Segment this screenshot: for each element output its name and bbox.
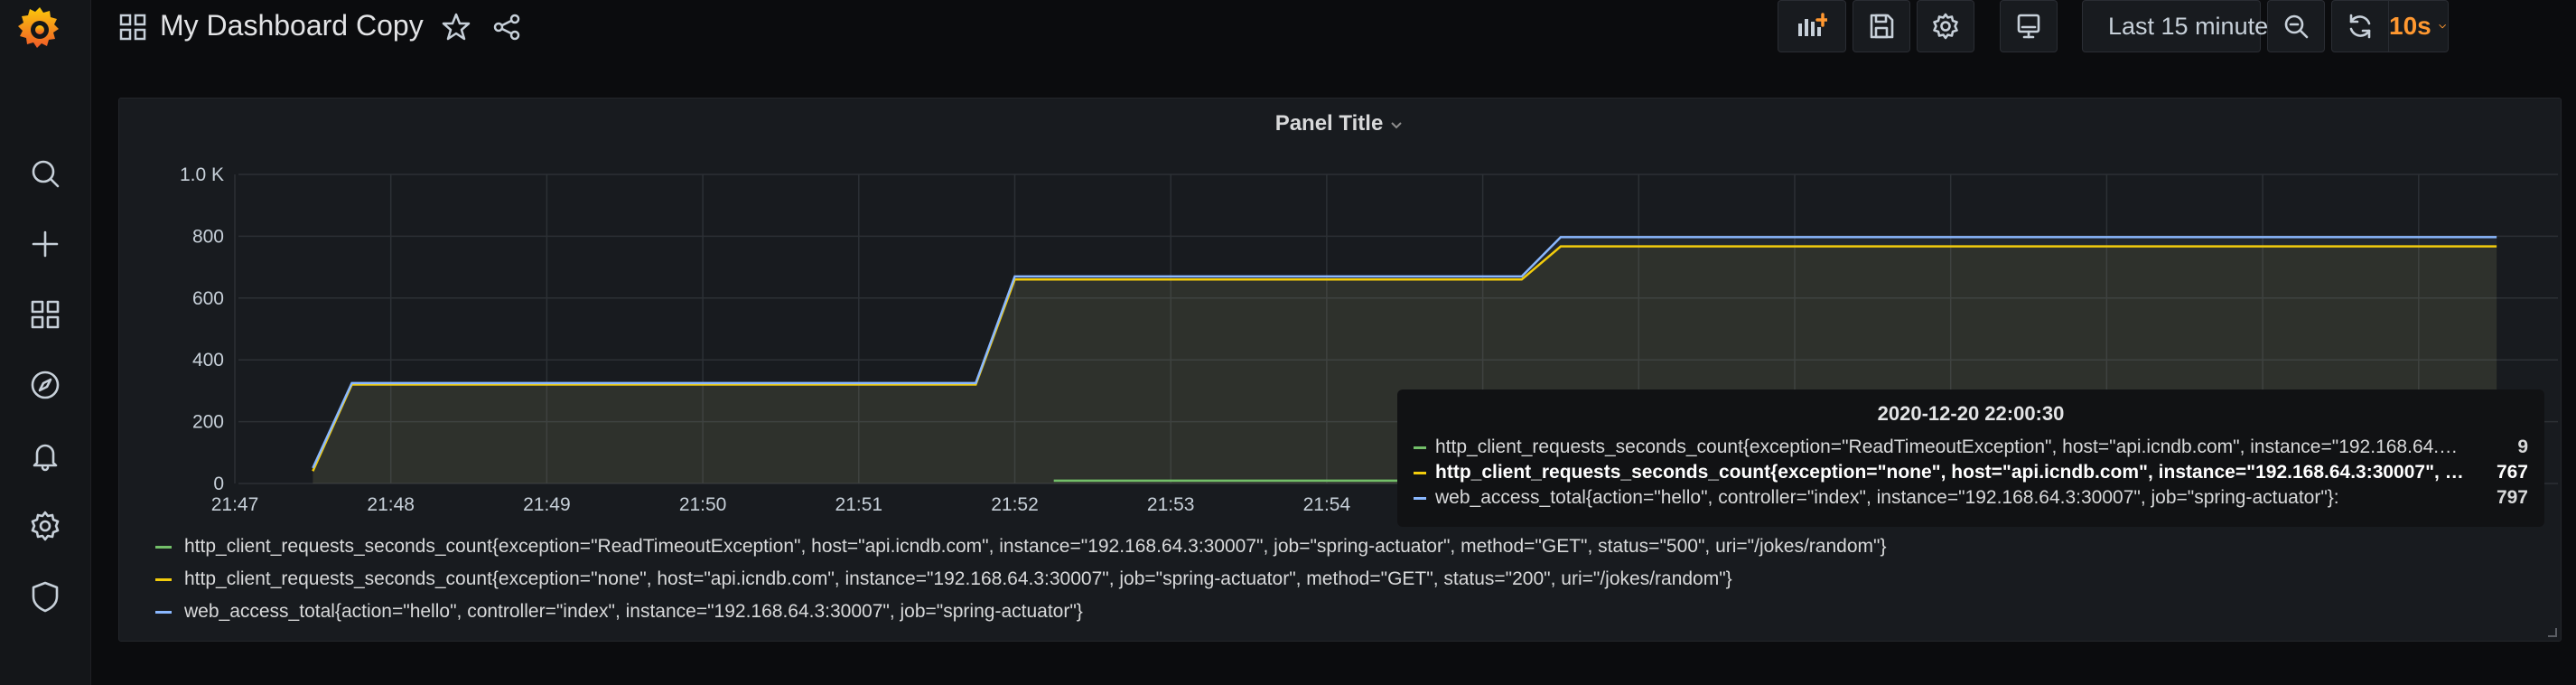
zoom-out-icon (2284, 14, 2309, 39)
dashboard-header: My Dashboard Copy Last 15 minutes 10s (91, 0, 2576, 56)
tooltip-series-name: web_access_total{action="hello", control… (1435, 487, 2339, 508)
alerting-bell-icon[interactable] (23, 434, 67, 477)
dashboard-grid-icon (119, 14, 146, 41)
star-icon[interactable] (440, 11, 472, 43)
x-tick-label: 21:48 (367, 494, 415, 515)
plus-icon[interactable] (23, 222, 67, 266)
series-swatch[interactable] (155, 610, 172, 614)
legend-label[interactable]: web_access_total{action="hello", control… (184, 601, 1083, 623)
view-mode-button[interactable] (2000, 0, 2058, 52)
configuration-gear-icon[interactable] (23, 504, 67, 548)
graph-panel: Panel Title 1.0 K 800 600 400 200 0 21:47 21:48… (118, 98, 2562, 642)
x-tick-label: 21:51 (835, 494, 883, 515)
gear-icon (1933, 13, 1958, 40)
tooltip-series-value: 797 (2496, 487, 2528, 508)
legend-item[interactable]: http_client_requests_seconds_count{excep… (155, 563, 1886, 596)
legend-label[interactable]: http_client_requests_seconds_count{excep… (184, 568, 1732, 590)
refresh-icon (2349, 14, 2371, 39)
add-panel-icon (1798, 13, 1827, 36)
x-tick-label: 21:47 (211, 494, 259, 515)
series-swatch (1414, 471, 1426, 474)
tooltip-row: http_client_requests_seconds_count{excep… (1414, 435, 2528, 460)
chevron-down-icon (2439, 24, 2446, 29)
sidebar (0, 0, 91, 685)
dashboard-title[interactable]: My Dashboard Copy (160, 9, 424, 42)
time-range-label: Last 15 minutes (2108, 12, 2281, 40)
monitor-icon (2017, 14, 2040, 39)
dashboard-settings-button[interactable] (1917, 0, 1974, 52)
legend-label[interactable]: http_client_requests_seconds_count{excep… (184, 536, 1886, 558)
series-swatch[interactable] (155, 577, 172, 581)
refresh-interval-label: 10s (2389, 12, 2431, 40)
time-range-picker[interactable]: Last 15 minutes (2082, 0, 2281, 52)
y-tick-label: 1.0 K (180, 164, 224, 185)
refresh-interval-picker[interactable]: 10s (2389, 0, 2449, 52)
y-tick-label: 400 (192, 350, 224, 371)
graph-legend: http_client_requests_seconds_count{excep… (155, 530, 1886, 628)
x-tick-label: 21:52 (991, 494, 1039, 515)
tooltip-series-value: 767 (2496, 462, 2528, 483)
tooltip-series-name: http_client_requests_seconds_count{excep… (1435, 436, 2465, 457)
search-icon[interactable] (23, 152, 67, 195)
tooltip-time: 2020-12-20 22:00:30 (1877, 402, 2065, 425)
tooltip-row: web_access_total{action="hello", control… (1414, 485, 2528, 511)
tooltip-series-name: http_client_requests_seconds_count{excep… (1435, 462, 2465, 483)
add-panel-button[interactable] (1778, 0, 1846, 52)
x-tick-label: 21:50 (679, 494, 727, 515)
y-tick-label: 800 (192, 226, 224, 247)
save-dashboard-button[interactable] (1853, 0, 1910, 52)
series-swatch (1414, 496, 1426, 500)
series-swatch (1414, 446, 1426, 449)
share-icon[interactable] (490, 11, 523, 43)
panel-resize-handle[interactable] (2548, 628, 2557, 637)
y-tick-label: 200 (192, 412, 224, 433)
dashboards-icon[interactable] (23, 293, 67, 336)
refresh-button[interactable] (2331, 0, 2389, 52)
y-tick-label: 0 (213, 474, 224, 494)
x-tick-label: 21:53 (1147, 494, 1195, 515)
server-admin-shield-icon[interactable] (23, 575, 67, 618)
x-tick-label: 21:54 (1303, 494, 1351, 515)
graph-tooltip: 2020-12-20 22:00:30 http_client_requests… (1397, 389, 2544, 527)
zoom-out-button[interactable] (2267, 0, 2325, 52)
legend-item[interactable]: http_client_requests_seconds_count{excep… (155, 530, 1886, 563)
tooltip-row-highlighted: http_client_requests_seconds_count{excep… (1414, 460, 2528, 485)
x-tick-label: 21:49 (523, 494, 571, 515)
save-icon (1870, 14, 1894, 39)
tooltip-series-value: 9 (2517, 436, 2528, 457)
grafana-logo-icon[interactable] (13, 2, 67, 56)
series-swatch[interactable] (155, 545, 172, 549)
y-tick-label: 600 (192, 288, 224, 309)
explore-compass-icon[interactable] (23, 363, 67, 407)
legend-item[interactable]: web_access_total{action="hello", control… (155, 596, 1886, 628)
